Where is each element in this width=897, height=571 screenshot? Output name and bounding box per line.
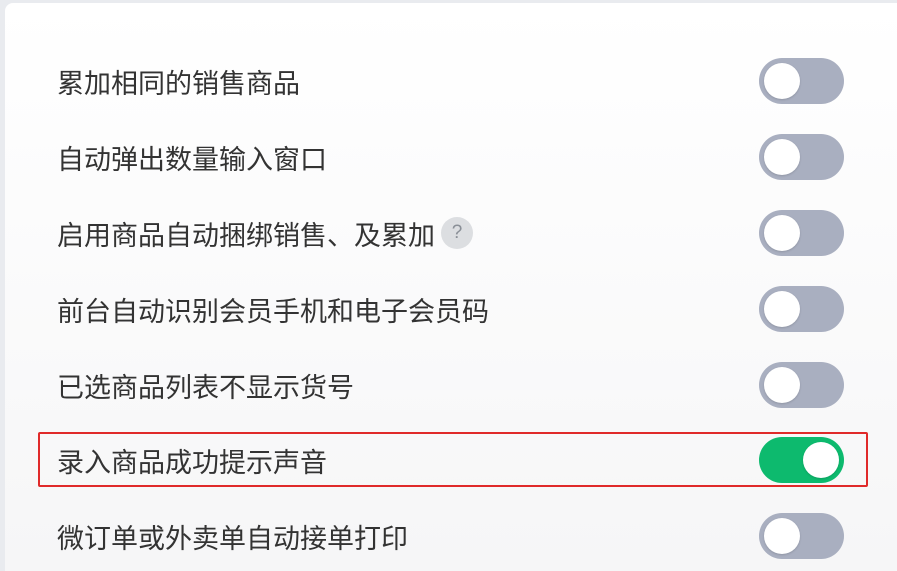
question-mark-circle-icon[interactable]: ? [441, 217, 473, 249]
setting-label: 前台自动识别会员手机和电子会员码 [57, 296, 489, 328]
toggle-knob [764, 139, 800, 175]
setting-row-success-sound: 录入商品成功提示声音 [5, 435, 897, 485]
auto-accept-print-toggle[interactable] [759, 513, 844, 559]
toggle-knob [764, 291, 800, 327]
toggle-knob [764, 215, 800, 251]
quantity-popup-toggle[interactable] [759, 134, 844, 180]
setting-label: 已选商品列表不显示货号 [57, 372, 354, 404]
setting-label: 自动弹出数量输入窗口 [57, 144, 327, 176]
setting-row-quantity-popup: 自动弹出数量输入窗口 [5, 132, 897, 182]
toggle-knob [764, 518, 800, 554]
setting-label: 微订单或外卖单自动接单打印 [57, 523, 408, 555]
settings-panel: 累加相同的销售商品 自动弹出数量输入窗口 启用商品自动捆绑销售、及累加 ? 前台… [5, 3, 897, 571]
setting-row-auto-accept-print: 微订单或外卖单自动接单打印 [5, 511, 897, 561]
toggle-knob [764, 63, 800, 99]
merge-same-items-toggle[interactable] [759, 58, 844, 104]
setting-label: 录入商品成功提示声音 [57, 447, 327, 479]
setting-row-hide-item-code: 已选商品列表不显示货号 [5, 360, 897, 410]
auto-bundle-toggle[interactable] [759, 210, 844, 256]
setting-row-member-recognition: 前台自动识别会员手机和电子会员码 [5, 284, 897, 334]
hide-item-code-toggle[interactable] [759, 362, 844, 408]
setting-label: 累加相同的销售商品 [57, 68, 300, 100]
success-sound-toggle[interactable] [759, 437, 844, 483]
member-recognition-toggle[interactable] [759, 286, 844, 332]
toggle-knob [803, 442, 839, 478]
toggle-knob [764, 367, 800, 403]
setting-row-merge-same-items: 累加相同的销售商品 [5, 56, 897, 106]
setting-row-auto-bundle: 启用商品自动捆绑销售、及累加 ? [5, 208, 897, 258]
setting-label: 启用商品自动捆绑销售、及累加 [57, 220, 435, 252]
